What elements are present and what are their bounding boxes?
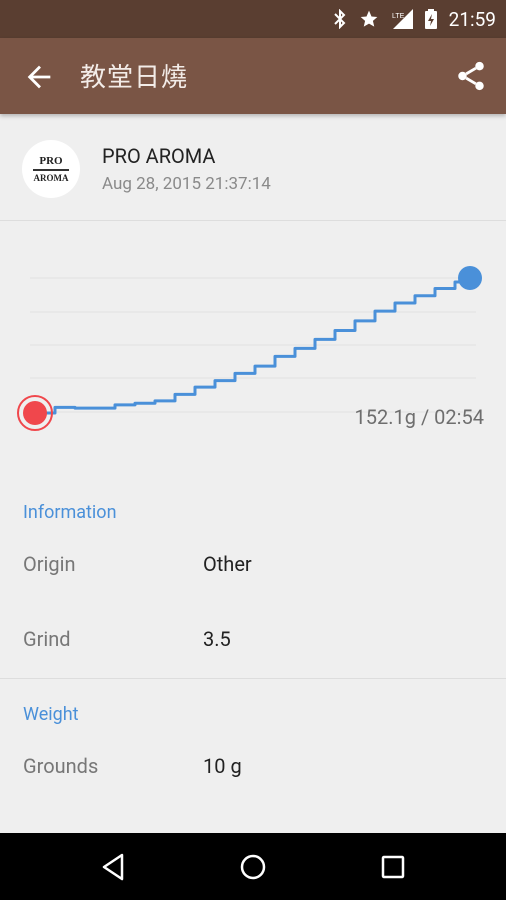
avatar: PRO AROMA bbox=[22, 140, 80, 198]
grind-value: 3.5 bbox=[203, 627, 231, 651]
clock: 21:59 bbox=[448, 7, 496, 31]
star-icon bbox=[360, 10, 378, 27]
roast-datetime: Aug 28, 2015 21:37:14 bbox=[102, 174, 271, 194]
grind-label: Grind bbox=[23, 627, 71, 651]
back-triangle-icon[interactable] bbox=[98, 851, 130, 883]
page-title: 教堂日燒 bbox=[80, 63, 189, 93]
home-circle-icon[interactable] bbox=[237, 851, 269, 883]
lte-signal-icon: LTE bbox=[392, 9, 413, 29]
section-divider bbox=[0, 678, 506, 679]
grounds-label: Grounds bbox=[23, 754, 99, 778]
roast-header: PRO AROMA PRO AROMA Aug 28, 2015 21:37:1… bbox=[0, 114, 506, 221]
avatar-text-top: PRO bbox=[39, 154, 63, 167]
avatar-divider bbox=[33, 168, 69, 171]
share-icon[interactable] bbox=[454, 59, 488, 93]
arrow-back-icon[interactable] bbox=[22, 60, 56, 94]
app-bar: 教堂日燒 bbox=[0, 38, 506, 114]
end-marker bbox=[458, 266, 482, 290]
system-nav-bar bbox=[0, 833, 506, 900]
chart-summary-label: 152.1g / 02:54 bbox=[354, 405, 484, 429]
bluetooth-icon bbox=[333, 9, 346, 29]
brand-name: PRO AROMA bbox=[102, 144, 216, 168]
svg-text:LTE: LTE bbox=[392, 13, 405, 20]
section-information-heading: Information bbox=[23, 502, 117, 523]
grounds-value: 10 g bbox=[203, 754, 242, 778]
recents-square-icon[interactable] bbox=[377, 851, 409, 883]
origin-value: Other bbox=[203, 552, 252, 576]
avatar-text-bottom: AROMA bbox=[33, 172, 69, 183]
section-weight-heading: Weight bbox=[23, 704, 79, 725]
origin-label: Origin bbox=[23, 552, 76, 576]
battery-charging-icon bbox=[424, 9, 437, 29]
status-bar: LTE 21:59 bbox=[0, 0, 506, 38]
start-marker bbox=[23, 401, 47, 425]
